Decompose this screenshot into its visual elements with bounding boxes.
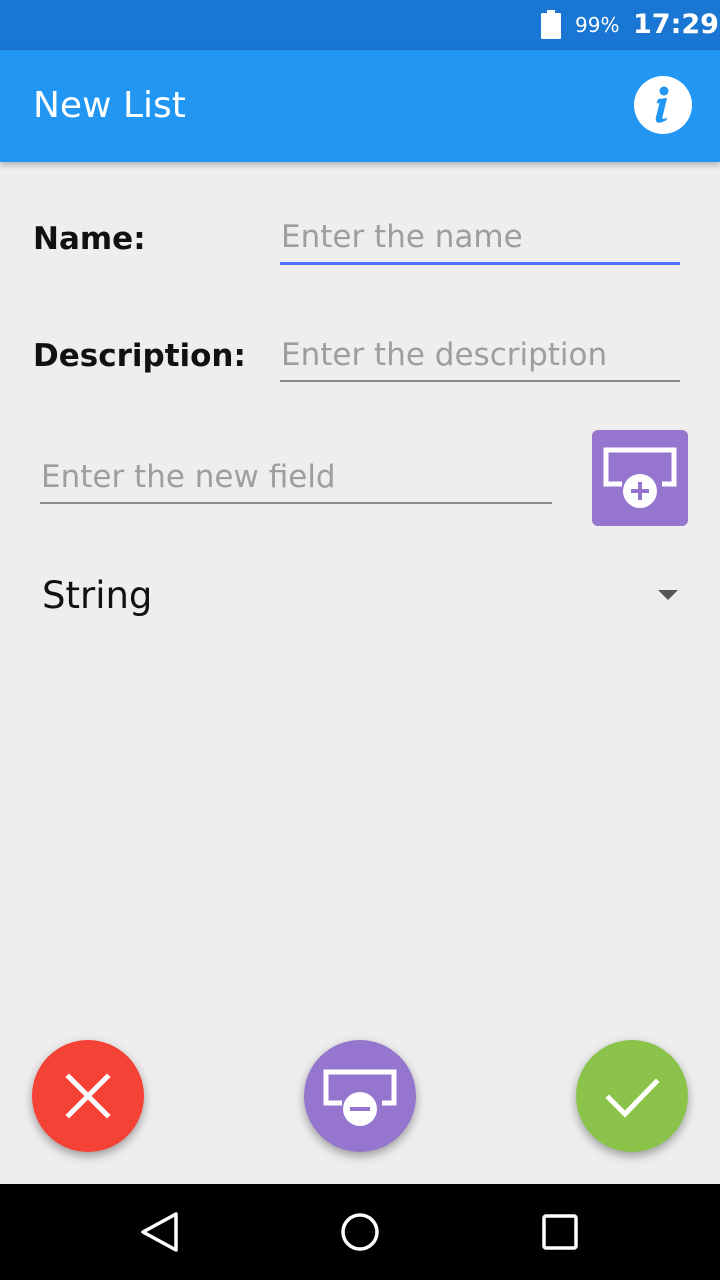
description-input-underline [280,380,680,382]
clock: 17:29 [633,9,719,40]
battery-full-icon [541,10,561,39]
nav-recents-button[interactable] [530,1202,590,1262]
navigation-bar [0,1184,720,1280]
dropdown-arrow-icon [658,590,678,600]
nav-back-button[interactable] [130,1202,190,1262]
type-select[interactable]: String [42,570,682,622]
remove-field-icon [323,1069,397,1126]
name-label: Name: [33,221,146,257]
new-field-input-underline [40,502,552,504]
add-field-icon [603,447,677,508]
name-input[interactable] [281,214,679,260]
info-icon [655,86,669,123]
close-icon [65,1073,111,1119]
check-icon [605,1078,660,1118]
battery-percent: 99% [575,13,620,37]
home-circle-icon [341,1213,379,1251]
app-bar: New List [0,50,720,162]
page-title: New List [33,85,186,126]
remove-field-button[interactable] [304,1040,416,1152]
description-label: Description: [33,338,246,374]
cancel-button[interactable] [32,1040,144,1152]
type-select-value: String [42,574,153,617]
back-triangle-icon [141,1212,178,1252]
description-input[interactable] [281,332,679,378]
add-field-button[interactable] [592,430,688,526]
name-input-underline [280,262,680,265]
status-bar: 99% 17:29 [0,0,720,50]
recents-square-icon [542,1214,578,1250]
info-button[interactable] [634,76,692,134]
confirm-button[interactable] [576,1040,688,1152]
nav-home-button[interactable] [330,1202,390,1262]
new-field-input[interactable] [41,454,551,500]
